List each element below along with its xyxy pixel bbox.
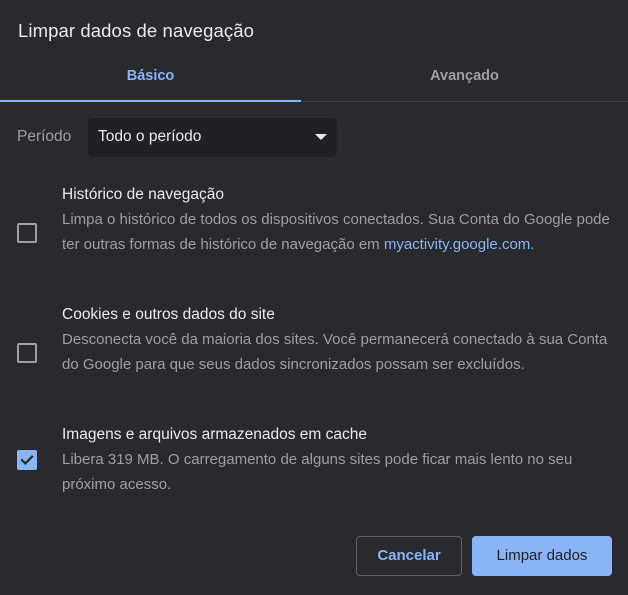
cache-title: Imagens e arquivos armazenados em cache — [62, 426, 367, 443]
browsing-history-title: Histórico de navegação — [62, 186, 224, 203]
dialog-title: Limpar dados de navegação — [18, 20, 254, 41]
checkmark-icon — [20, 455, 34, 466]
cookies-description: Desconecta você da maioria dos sites. Vo… — [62, 331, 608, 373]
caret-down-icon — [315, 134, 327, 140]
clear-data-button[interactable]: Limpar dados — [472, 536, 612, 576]
cookies-title: Cookies e outros dados do site — [62, 306, 275, 323]
period-label: Período — [17, 128, 72, 145]
tab-bar: Básico Avançado — [0, 54, 628, 102]
clear-browsing-data-dialog: Limpar dados de navegação Básico Avançad… — [0, 0, 628, 595]
cancel-button[interactable]: Cancelar — [356, 536, 462, 576]
browsing-history-description-end: . — [530, 236, 535, 253]
cookies-checkbox[interactable] — [17, 343, 37, 363]
cache-checkbox[interactable] — [17, 450, 37, 470]
period-select[interactable]: Todo o período — [88, 118, 337, 157]
period-selected-value: Todo o período — [98, 128, 202, 145]
tab-basic[interactable]: Básico — [0, 54, 301, 102]
myactivity-link[interactable]: myactivity.google.com — [384, 236, 530, 253]
tab-advanced[interactable]: Avançado — [301, 54, 628, 101]
browsing-history-description: Limpa o histórico de todos os dispositiv… — [62, 207, 612, 257]
browsing-history-checkbox[interactable] — [17, 223, 37, 243]
cache-description: Libera 319 MB. O carregamento de alguns … — [62, 451, 573, 493]
